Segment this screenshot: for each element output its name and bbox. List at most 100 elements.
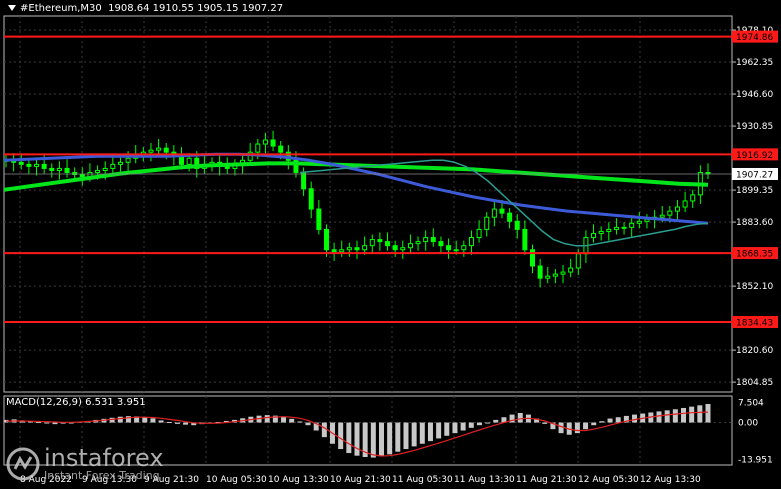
instaforex-logo: instaforex Instant Forex Trading xyxy=(6,445,164,482)
macd-bar xyxy=(460,422,466,431)
level-label: 1868.35 xyxy=(736,250,773,260)
price-tick-label: 1820.60 xyxy=(736,346,773,356)
symbol-label: #Ethereum,M30 xyxy=(20,3,102,14)
candle-body xyxy=(468,237,474,247)
candle-body xyxy=(316,208,322,230)
macd-bar xyxy=(403,422,409,450)
candle-body xyxy=(407,243,413,249)
level-label: 1916.92 xyxy=(736,151,773,161)
macd-tick-label: 0.00 xyxy=(738,419,758,429)
candle-body xyxy=(598,230,604,234)
candle-body xyxy=(377,239,383,243)
dropdown-triangle-icon[interactable] xyxy=(8,5,16,11)
candle-body xyxy=(613,226,619,230)
macd-bar xyxy=(338,422,344,450)
candle-body xyxy=(95,169,101,173)
candle-body xyxy=(522,228,528,251)
candle-body xyxy=(339,249,345,253)
price-tick-label: 1899.35 xyxy=(736,186,773,196)
candle-body xyxy=(18,161,24,165)
macd-bar xyxy=(493,419,499,423)
macd-bar xyxy=(664,410,670,423)
macd-bar xyxy=(681,407,687,423)
macd-bar xyxy=(697,405,703,423)
candle-body xyxy=(354,247,360,251)
macd-bar xyxy=(166,422,172,424)
macd-tick-label: 7.504 xyxy=(738,399,764,409)
macd-bar xyxy=(485,422,491,424)
candle-body xyxy=(606,228,612,232)
candle-body xyxy=(400,247,406,251)
main-pane-frame xyxy=(3,15,733,393)
macd-bar xyxy=(36,422,42,424)
macd-bar xyxy=(615,417,621,423)
candle-body xyxy=(148,149,154,153)
x-tick-label: 10 Aug 13:30 xyxy=(268,475,329,485)
candle-body xyxy=(484,216,490,230)
macd-bar xyxy=(158,420,164,423)
candle-body xyxy=(499,208,505,214)
macd-bar xyxy=(419,422,425,444)
candle-body xyxy=(682,200,688,208)
x-tick-label: 10 Aug 05:30 xyxy=(206,475,267,485)
macd-bar xyxy=(174,422,180,424)
macd-bar xyxy=(378,422,384,457)
level-label: 1974.86 xyxy=(736,33,773,43)
macd-bar xyxy=(44,422,50,424)
macd-bar xyxy=(517,412,523,423)
macd-bar xyxy=(370,422,376,458)
x-tick-label: 10 Aug 21:30 xyxy=(330,475,391,485)
macd-bar xyxy=(656,411,662,423)
price-tick-label: 1962.35 xyxy=(736,58,773,68)
candle-body xyxy=(446,245,452,251)
candle-body xyxy=(262,139,268,145)
candle-body xyxy=(575,253,581,269)
macd-bar xyxy=(281,416,287,423)
macd-bar xyxy=(354,422,360,456)
logo-tagline: Instant Forex Trading xyxy=(44,469,160,482)
candle-body xyxy=(560,271,566,275)
candle-body xyxy=(659,214,665,218)
macd-bar xyxy=(672,409,678,423)
x-tick-label: 12 Aug 13:30 xyxy=(640,475,701,485)
candle-body xyxy=(667,210,673,216)
candle-body xyxy=(34,163,40,167)
candle-body xyxy=(591,232,597,239)
candle-body xyxy=(507,212,513,222)
candle-body xyxy=(453,249,459,252)
macd-bar xyxy=(395,422,401,452)
macd-bar xyxy=(264,415,270,423)
candle-body xyxy=(323,228,329,251)
candle-body xyxy=(41,163,47,169)
x-tick-label: 12 Aug 05:30 xyxy=(578,475,639,485)
candle-body xyxy=(270,139,276,147)
candle-body xyxy=(621,226,627,229)
macd-bar xyxy=(444,422,450,436)
macd-bar xyxy=(468,422,474,428)
candle-body xyxy=(545,275,551,279)
candle-body xyxy=(491,208,497,218)
macd-bar xyxy=(150,418,156,423)
macd-bar xyxy=(599,421,605,423)
candle-body xyxy=(346,247,352,251)
candle-body xyxy=(156,147,162,151)
price-tick-label: 1883.60 xyxy=(736,218,773,228)
candle-body xyxy=(56,167,62,171)
candle-body xyxy=(308,188,314,210)
macd-bar xyxy=(321,422,327,438)
macd-bar xyxy=(558,422,564,434)
level-label: 1834.43 xyxy=(736,319,773,329)
macd-bar xyxy=(583,422,589,430)
candle-body xyxy=(255,143,261,153)
candle-body xyxy=(102,167,108,171)
candle-body xyxy=(636,220,642,224)
macd-bar xyxy=(427,422,433,442)
logo-name: instaforex xyxy=(44,444,164,472)
candle-body xyxy=(110,163,116,169)
price-tick-label: 1930.85 xyxy=(736,122,773,132)
macd-bar xyxy=(297,421,303,423)
candle-body xyxy=(438,241,444,247)
macd-bar xyxy=(411,422,417,447)
macd-bar xyxy=(476,422,482,426)
macd-bar xyxy=(346,422,352,454)
